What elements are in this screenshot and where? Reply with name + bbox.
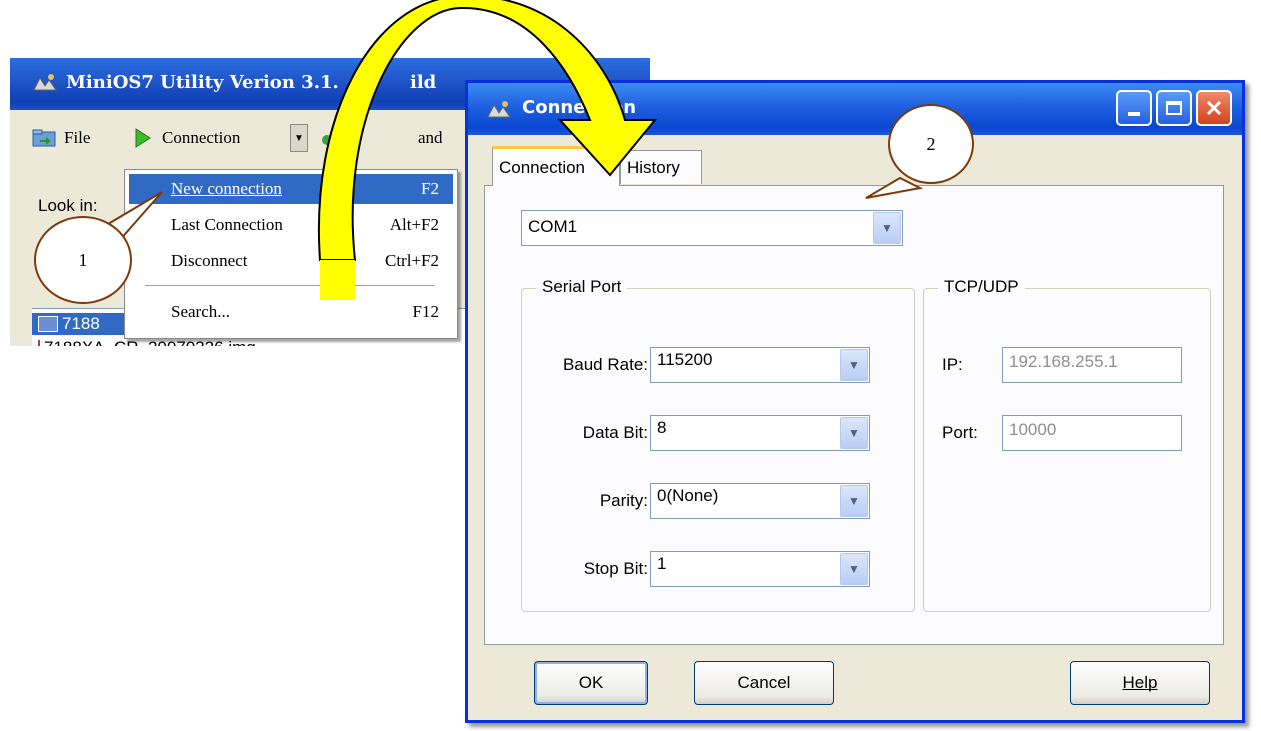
menu-item-shortcut: Ctrl+F2	[385, 251, 439, 270]
file-name: 7188XA_CR_20070326.img	[44, 338, 256, 346]
parity-select[interactable]: 0(None) ▼	[650, 483, 870, 519]
stop-bit-label: Stop Bit:	[583, 559, 648, 578]
tab-label: History	[627, 157, 680, 177]
port-value: 10000	[1009, 420, 1057, 439]
callout-1: 1	[34, 216, 132, 304]
port-select-value: COM1	[528, 217, 578, 236]
app-icon	[487, 101, 511, 118]
menu-item-label: Last Connection	[171, 215, 283, 234]
app-icon	[33, 74, 57, 91]
chevron-down-icon: ▼	[294, 132, 304, 144]
ip-label: IP:	[942, 355, 963, 374]
port-field[interactable]: 10000	[1002, 415, 1182, 451]
cancel-button[interactable]: Cancel	[694, 661, 834, 705]
data-bit-select[interactable]: 8 ▼	[650, 415, 870, 451]
connection-menu-label: Connection	[162, 128, 241, 147]
port-label: Port:	[942, 423, 978, 442]
chevron-down-icon: ▼	[840, 417, 868, 449]
ok-button-label: OK	[578, 673, 604, 692]
menu-item-label: Search...	[171, 302, 231, 321]
command-label-left: C	[350, 128, 362, 147]
menu-item-label: New connection	[171, 179, 282, 198]
chevron-down-icon: ▼	[840, 349, 868, 381]
file-menu-button[interactable]: File	[32, 124, 90, 152]
stop-bit-select[interactable]: 1 ▼	[650, 551, 870, 587]
connection-menu-button[interactable]: Connection	[134, 124, 240, 152]
menu-item-disconnect[interactable]: Disconnect Ctrl+F2	[129, 246, 453, 276]
callout-1-label: 1	[78, 249, 88, 270]
parity-label: Parity:	[599, 491, 648, 510]
menu-item-shortcut: Alt+F2	[389, 215, 439, 234]
help-button[interactable]: Help	[1070, 661, 1210, 705]
chevron-down-icon: ▼	[873, 212, 901, 244]
file-menu-label: File	[64, 128, 91, 147]
port-select[interactable]: COM1 ▼	[521, 210, 903, 246]
command-button[interactable]: C	[320, 124, 361, 152]
look-in-label: Look in:	[38, 196, 98, 215]
file-name: 7188	[62, 314, 100, 333]
data-bit-label: Data Bit:	[582, 423, 648, 442]
menu-item-label: Disconnect	[171, 251, 248, 270]
file-icon	[38, 316, 58, 332]
data-bit-value: 8	[657, 418, 667, 437]
command-label-right: and	[418, 128, 443, 147]
baud-rate-label: Baud Rate:	[562, 355, 648, 374]
menu-item-search[interactable]: Search... F12	[129, 297, 453, 327]
chevron-down-icon: ▼	[840, 553, 868, 585]
tab-history[interactable]: History	[620, 150, 702, 184]
minimize-icon	[1128, 112, 1140, 116]
connection-dropdown-button[interactable]: ▼	[290, 124, 308, 152]
chevron-down-icon: ▼	[840, 485, 868, 517]
ip-field[interactable]: 192.168.255.1	[1002, 347, 1182, 383]
serial-port-title: Serial Port	[536, 277, 628, 297]
folder-icon	[32, 129, 56, 147]
menu-item-new-connection[interactable]: New connection F2	[129, 174, 453, 204]
serial-port-group: Serial Port Baud Rate: 115200 ▼ Data Bit…	[521, 277, 915, 612]
close-icon	[1206, 100, 1222, 116]
callout-2: 2	[888, 104, 974, 184]
ok-button[interactable]: OK	[534, 661, 648, 705]
parity-value: 0(None)	[657, 486, 719, 505]
tcp-udp-group: TCP/UDP IP: 192.168.255.1 Port: 10000	[923, 277, 1211, 612]
help-button-label: Help	[1122, 673, 1158, 692]
connection-dialog: Connection Connection History COM1 ▼ Ser…	[465, 80, 1245, 723]
dialog-titlebar[interactable]: Connection	[468, 83, 1242, 135]
baud-rate-value: 115200	[657, 350, 713, 369]
menu-separator	[145, 285, 435, 286]
callout-2-label: 2	[926, 133, 936, 154]
ip-value: 192.168.255.1	[1009, 352, 1118, 371]
minios7-title: MiniOS7 Utility Verion 3.1.	[66, 72, 339, 93]
dialog-title: Connection	[522, 97, 637, 118]
minios7-title-tail: ild	[410, 72, 437, 93]
tab-label: Connection	[499, 157, 586, 177]
maximize-icon	[1166, 101, 1182, 115]
menu-item-shortcut: F12	[412, 302, 439, 321]
baud-rate-select[interactable]: 115200 ▼	[650, 347, 870, 383]
tab-connection[interactable]: Connection	[492, 146, 620, 186]
menu-item-last-connection[interactable]: Last Connection Alt+F2	[129, 210, 453, 240]
connection-tab-panel: COM1 ▼ Serial Port Baud Rate: 115200 ▼ D…	[484, 185, 1224, 645]
play-icon	[135, 128, 151, 148]
cancel-button-label: Cancel	[737, 673, 791, 692]
stop-bit-value: 1	[657, 554, 667, 573]
tcp-udp-title: TCP/UDP	[938, 277, 1025, 297]
menu-item-shortcut: F2	[421, 179, 439, 198]
close-button[interactable]	[1196, 90, 1232, 126]
file-icon	[38, 340, 40, 346]
command-icon	[322, 131, 340, 145]
maximize-button[interactable]	[1156, 90, 1192, 126]
connection-dropdown-menu: New connection F2 Last Connection Alt+F2…	[124, 169, 458, 339]
minimize-button[interactable]	[1116, 90, 1152, 126]
